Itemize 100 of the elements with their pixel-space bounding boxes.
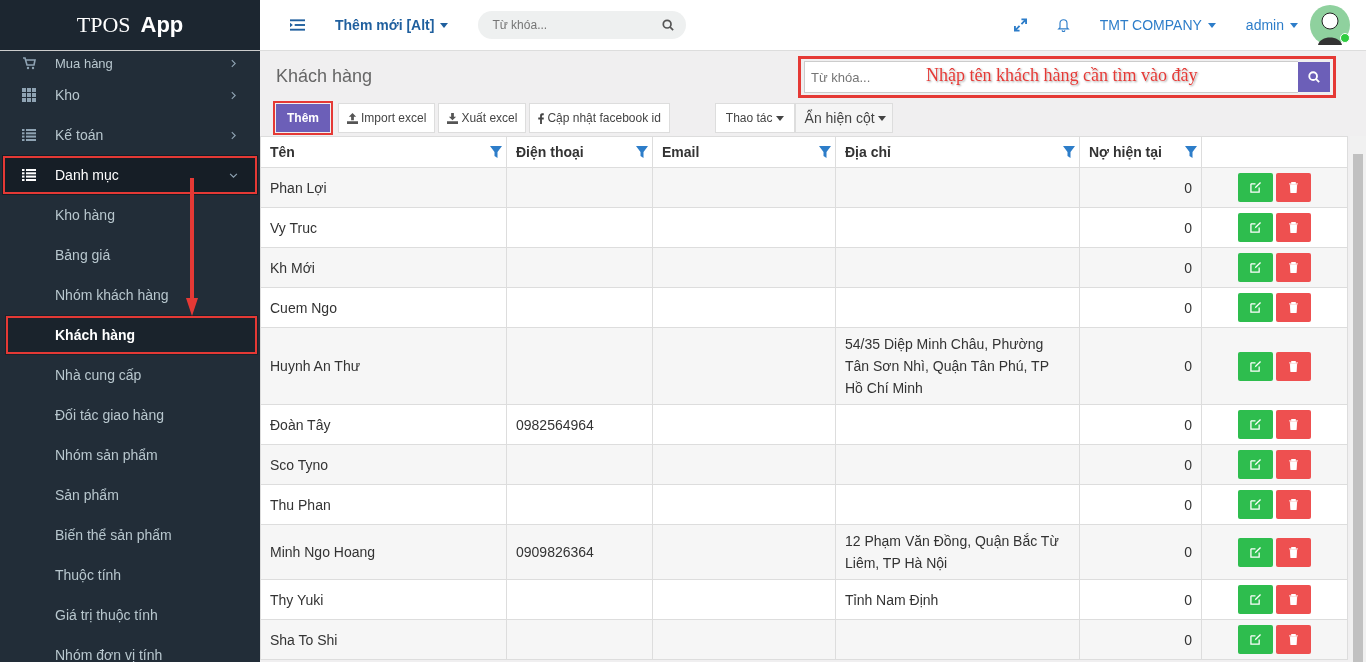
sidebar-subitem[interactable]: Thuộc tính bbox=[0, 555, 260, 595]
edit-button[interactable] bbox=[1238, 173, 1273, 202]
column-header[interactable]: Điện thoại bbox=[506, 136, 653, 168]
table-cell: Minh Ngo Hoang bbox=[260, 524, 507, 580]
import-button[interactable]: Import excel bbox=[338, 103, 436, 133]
edit-button[interactable] bbox=[1238, 213, 1273, 242]
table-cell: 0 bbox=[1079, 484, 1202, 525]
trash-icon bbox=[1289, 459, 1298, 470]
table-cell: Thu Phan bbox=[260, 484, 507, 525]
edit-button[interactable] bbox=[1238, 351, 1273, 381]
table-cell: Đoàn Tây bbox=[260, 404, 507, 445]
sidebar-item[interactable]: Kho bbox=[0, 75, 260, 115]
sidebar-item[interactable]: Danh mục bbox=[2, 155, 258, 195]
table-cell: Sha To Shi bbox=[260, 619, 507, 660]
filter-icon[interactable] bbox=[1185, 146, 1197, 158]
menu-icon[interactable] bbox=[290, 19, 305, 31]
search-field[interactable]: Từ khóa... bbox=[478, 11, 687, 39]
sidebar-item[interactable]: Mua hàng bbox=[0, 51, 260, 75]
download-icon bbox=[447, 112, 459, 124]
sidebar-subitem[interactable]: Giá trị thuộc tính bbox=[0, 595, 260, 635]
filter-icon[interactable] bbox=[1063, 146, 1075, 158]
table-cell: 0 bbox=[1079, 524, 1202, 580]
edit-button[interactable] bbox=[1238, 253, 1273, 282]
trash-icon bbox=[1289, 499, 1298, 510]
table-cell: 0909826364 bbox=[506, 524, 653, 580]
sidebar-subitem[interactable]: Kho hàng bbox=[0, 195, 260, 235]
trash-icon bbox=[1289, 594, 1298, 605]
expand-icon[interactable] bbox=[1013, 18, 1027, 32]
edit-button[interactable] bbox=[1238, 293, 1273, 322]
edit-icon bbox=[1250, 302, 1261, 313]
sidebar-item[interactable]: Kế toán bbox=[0, 115, 260, 155]
columns-dropdown[interactable]: Ẩn hiện cột bbox=[794, 103, 893, 133]
chevron-right-icon bbox=[229, 58, 238, 68]
chevron-down-icon bbox=[229, 170, 238, 180]
delete-button[interactable] bbox=[1276, 450, 1311, 479]
add-button[interactable]: Thêm bbox=[276, 104, 330, 132]
table-cell: 0 bbox=[1079, 327, 1202, 405]
column-header[interactable]: Email bbox=[652, 136, 836, 168]
trash-icon bbox=[1289, 546, 1298, 558]
edit-button[interactable] bbox=[1238, 585, 1273, 614]
column-header[interactable]: Tên bbox=[260, 136, 507, 168]
delete-button[interactable] bbox=[1276, 253, 1311, 282]
sidebar-subitem[interactable]: Nhóm sản phẩm bbox=[0, 435, 260, 475]
filter-icon[interactable] bbox=[490, 146, 502, 158]
sidebar-subitem[interactable]: Nhóm khách hàng bbox=[0, 275, 260, 315]
edit-button[interactable] bbox=[1238, 537, 1273, 567]
edit-icon bbox=[1250, 360, 1261, 372]
new-menu-button[interactable]: Thêm mới [Alt] bbox=[335, 17, 449, 33]
delete-button[interactable] bbox=[1276, 490, 1311, 519]
sidebar-subitem[interactable]: Đối tác giao hàng bbox=[0, 395, 260, 435]
sidebar-subitem[interactable]: Sản phẩm bbox=[0, 475, 260, 515]
company-menu[interactable]: TMT COMPANY bbox=[1099, 17, 1216, 33]
sidebar-subitem[interactable]: Biến thể sản phẩm bbox=[0, 515, 260, 555]
column-header[interactable]: Địa chỉ bbox=[835, 136, 1080, 168]
app-logo: TPOS App bbox=[0, 0, 260, 51]
delete-button[interactable] bbox=[1276, 213, 1311, 242]
delete-button[interactable] bbox=[1276, 585, 1311, 614]
sidebar-subitem[interactable]: Khách hàng bbox=[5, 315, 258, 355]
sidebar-subitem[interactable]: Nhà cung cấp bbox=[0, 355, 260, 395]
edit-icon bbox=[1250, 419, 1261, 430]
page-title: Khách hàng bbox=[276, 66, 374, 88]
sidebar-subitem[interactable]: Nhóm đơn vị tính bbox=[0, 635, 260, 662]
table-cell: 0 bbox=[1079, 619, 1202, 660]
delete-button[interactable] bbox=[1276, 293, 1311, 322]
annotation-text: Nhập tên khách hàng cần tìm vào đây bbox=[926, 65, 1198, 86]
facebook-icon bbox=[538, 112, 545, 124]
avatar[interactable] bbox=[1310, 5, 1350, 45]
edit-button[interactable] bbox=[1238, 490, 1273, 519]
delete-button[interactable] bbox=[1276, 351, 1311, 381]
caret-icon bbox=[775, 115, 784, 121]
table-cell: 0 bbox=[1079, 287, 1202, 328]
table-cell: Cuem Ngo bbox=[260, 287, 507, 328]
cart-icon bbox=[22, 56, 36, 70]
delete-button[interactable] bbox=[1276, 625, 1311, 654]
table-cell: Sco Tyno bbox=[260, 444, 507, 485]
edit-button[interactable] bbox=[1238, 450, 1273, 479]
table-cell: Kh Mới bbox=[260, 247, 507, 288]
grid-icon bbox=[22, 88, 36, 102]
list-icon bbox=[22, 168, 36, 182]
search-icon bbox=[662, 19, 675, 31]
bell-icon[interactable] bbox=[1056, 18, 1070, 32]
edit-button[interactable] bbox=[1238, 625, 1273, 654]
filter-icon[interactable] bbox=[636, 146, 648, 158]
trash-icon bbox=[1289, 302, 1298, 313]
table-cell: 0 bbox=[1079, 247, 1202, 288]
column-header[interactable]: Nợ hiện tại bbox=[1079, 136, 1202, 168]
sidebar-subitem[interactable]: Bảng giá bbox=[0, 235, 260, 275]
search-button[interactable] bbox=[1298, 62, 1330, 92]
chevron-right-icon bbox=[229, 90, 238, 100]
edit-icon bbox=[1250, 459, 1261, 470]
table-cell: Phan Lợi bbox=[260, 167, 507, 208]
actions-dropdown[interactable]: Thao tác bbox=[714, 103, 795, 133]
delete-button[interactable] bbox=[1276, 173, 1311, 202]
edit-button[interactable] bbox=[1238, 410, 1273, 439]
facebook-update-button[interactable]: Cập nhật facebook id bbox=[529, 103, 670, 133]
delete-button[interactable] bbox=[1276, 537, 1311, 567]
user-menu[interactable]: admin bbox=[1245, 17, 1298, 33]
filter-icon[interactable] bbox=[819, 146, 831, 158]
export-button[interactable]: Xuất excel bbox=[438, 103, 527, 133]
delete-button[interactable] bbox=[1276, 410, 1311, 439]
